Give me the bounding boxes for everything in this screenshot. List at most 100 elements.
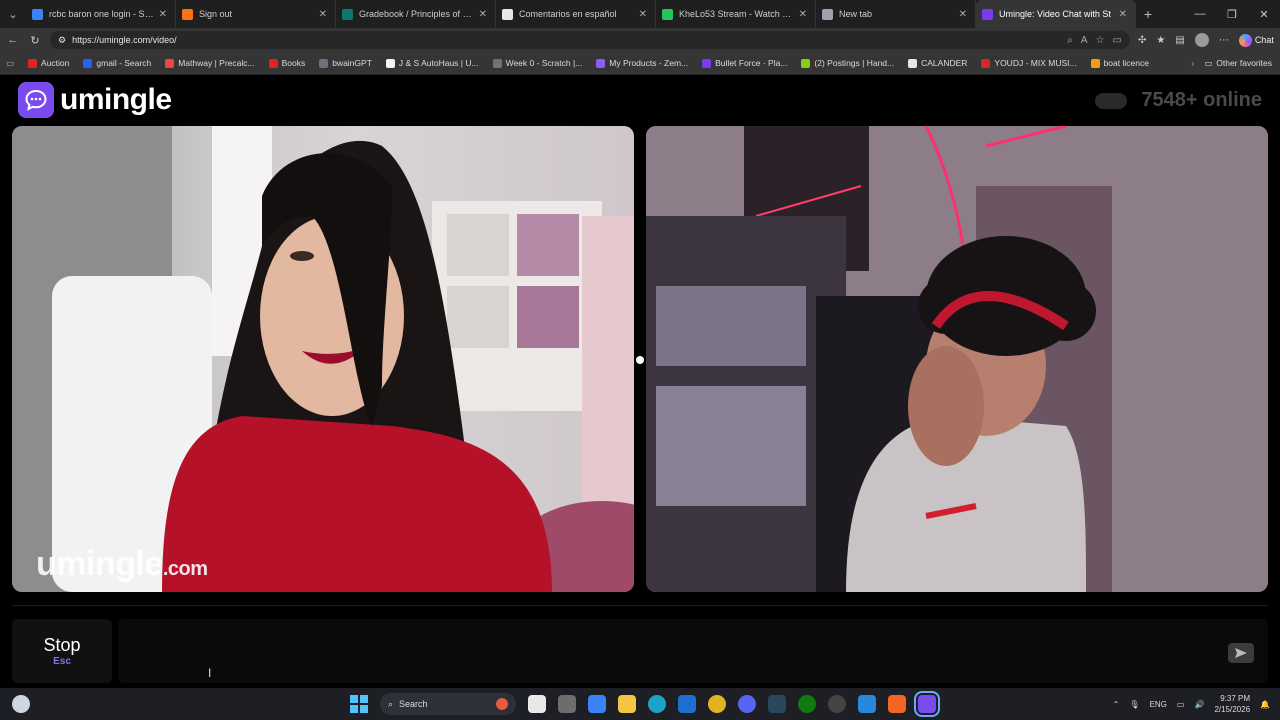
site-info-icon[interactable]: ⚙: [58, 35, 66, 46]
tab-umingle[interactable]: Umingle: Video Chat with St ✕: [976, 0, 1136, 28]
notification-bell-icon[interactable]: 🔔: [1260, 700, 1270, 709]
chrome-icon[interactable]: [708, 695, 726, 713]
bookmark-bwaingpt[interactable]: bwainGPT: [319, 58, 372, 68]
umingle-page: umingle 7548+ online umingle.com Stop Es…: [0, 75, 1280, 687]
stop-button[interactable]: Stop Esc: [12, 619, 112, 683]
discord-icon[interactable]: [738, 695, 756, 713]
settings-icon[interactable]: [828, 695, 846, 713]
tab-comentarios[interactable]: Comentarios en español ✕: [496, 0, 656, 28]
close-icon[interactable]: ✕: [479, 9, 487, 20]
close-icon[interactable]: ✕: [959, 9, 967, 20]
store-icon[interactable]: [558, 695, 576, 713]
bookmark-favicon: [319, 58, 329, 68]
bookmark-scratch[interactable]: Week 0 - Scratch |...: [492, 58, 582, 68]
clock-date: 2/15/2026: [1214, 705, 1251, 714]
bookmarks-menu-icon[interactable]: ▭: [6, 58, 14, 69]
app-icon[interactable]: [888, 695, 906, 713]
bookmark-label: Books: [281, 58, 306, 68]
chevron-up-icon[interactable]: ⌃: [1113, 700, 1120, 709]
weather-icon[interactable]: [12, 695, 30, 713]
minimize-icon[interactable]: —: [1184, 8, 1216, 21]
outlook-icon[interactable]: [678, 695, 696, 713]
collections-icon[interactable]: ▤: [1175, 35, 1184, 46]
search-icon: ⌕: [388, 698, 394, 709]
bookmark-zem[interactable]: My Products - Zem...: [596, 58, 688, 68]
tab-new[interactable]: New tab ✕: [816, 0, 976, 28]
bookmark-label: (2) Postings | Hand...: [814, 58, 895, 68]
profile-avatar[interactable]: [1194, 33, 1209, 47]
bookmark-books[interactable]: Books: [268, 58, 306, 68]
taskbar-search[interactable]: ⌕ Search: [380, 693, 516, 715]
language-indicator[interactable]: ENG: [1150, 700, 1167, 709]
bookmark-label: bwainGPT: [332, 58, 372, 68]
close-icon[interactable]: ✕: [159, 9, 167, 20]
xbox-icon[interactable]: [798, 695, 816, 713]
clock[interactable]: 9:37 PM 2/15/2026: [1214, 693, 1250, 715]
network-icon[interactable]: ▭: [1177, 700, 1185, 709]
watermark-text: umingle: [36, 545, 163, 583]
close-window-icon[interactable]: ✕: [1248, 8, 1280, 21]
restore-icon[interactable]: ❐: [1216, 8, 1248, 21]
taskbar: ⌕ Search ⌃ 🎙 ENG ▭ 🔊 9:37 PM 2/15/2026 🔔: [0, 688, 1280, 720]
microphone-icon[interactable]: 🎙: [1129, 700, 1139, 709]
new-tab-button[interactable]: +: [1136, 6, 1160, 22]
extensions-icon[interactable]: ✣: [1138, 35, 1146, 46]
split-screen-icon[interactable]: ▭: [1113, 35, 1122, 46]
bookmark-favicon: [702, 58, 712, 68]
close-icon[interactable]: ✕: [319, 9, 327, 20]
close-icon[interactable]: ✕: [639, 9, 647, 20]
windows-start-icon[interactable]: [350, 695, 368, 713]
tab-label: Comentarios en español: [519, 9, 617, 19]
task-view-icon[interactable]: [528, 695, 546, 713]
bookmark-youdj[interactable]: YOUDJ - MIX MUSI...: [981, 58, 1077, 68]
steam-icon[interactable]: [768, 695, 786, 713]
resize-handle[interactable]: [636, 356, 644, 364]
bookmark-favicon: [165, 58, 175, 68]
close-icon[interactable]: ✕: [799, 9, 807, 20]
notepad-icon[interactable]: [858, 695, 876, 713]
tab-label: rcbc baron one login - Search: [49, 9, 155, 19]
read-aloud-icon[interactable]: A: [1081, 35, 1088, 46]
bookmark-bullet-force[interactable]: Bullet Force · Pla...: [702, 58, 787, 68]
bookmark-label: gmail - Search: [96, 58, 152, 68]
tab-sign-out[interactable]: Sign out ✕: [176, 0, 336, 28]
tab-gradebook[interactable]: Gradebook / Principles of Sociolo ✕: [336, 0, 496, 28]
zoom-icon[interactable]: ⌕: [1067, 35, 1073, 46]
umingle-logo[interactable]: umingle: [18, 82, 172, 118]
bookmark-autohaus[interactable]: J & S AutoHaus | U...: [385, 58, 479, 68]
back-icon[interactable]: ←: [6, 34, 20, 46]
send-button[interactable]: [1228, 643, 1254, 663]
window-controls: — ❐ ✕: [1184, 8, 1280, 21]
tab-stream[interactable]: KheLo53 Stream - Watch Live on K ✕: [656, 0, 816, 28]
bookmark-boat-licence[interactable]: boat licence: [1090, 58, 1149, 68]
chevron-right-icon[interactable]: ›: [1191, 58, 1194, 68]
message-input[interactable]: [118, 619, 1268, 683]
tab-search[interactable]: rcbc baron one login - Search ✕: [26, 0, 176, 28]
address-bar[interactable]: ⚙ https://umingle.com/video/ ⌕ A ☆ ▭: [50, 31, 1130, 49]
tab-actions-menu[interactable]: ⌄: [0, 0, 26, 28]
chat-controls: Stop Esc: [12, 619, 1268, 683]
edge-icon[interactable]: [648, 695, 666, 713]
file-explorer-icon[interactable]: [618, 695, 636, 713]
volume-icon[interactable]: 🔊: [1194, 700, 1204, 709]
close-icon[interactable]: ✕: [1119, 9, 1127, 20]
bookmark-calander[interactable]: CALANDER: [908, 58, 967, 68]
copilot-chat-button[interactable]: Chat: [1238, 33, 1274, 47]
tab-favicon: [982, 8, 993, 20]
chat-label: Chat: [1254, 35, 1274, 45]
more-icon[interactable]: ⋯: [1219, 35, 1229, 46]
favorite-star-icon[interactable]: ☆: [1096, 35, 1105, 46]
other-favorites[interactable]: ▭ Other favorites: [1204, 58, 1272, 69]
theme-toggle[interactable]: [1095, 92, 1128, 109]
bookmark-gmail-search[interactable]: gmail - Search: [83, 58, 151, 68]
favorites-icon[interactable]: ★: [1156, 35, 1165, 46]
bookmark-favicon: [28, 58, 38, 68]
address-bar-icons: ⌕ A ☆ ▭: [1067, 35, 1122, 46]
umingle-app-icon[interactable]: [914, 691, 940, 717]
copilot-app-icon[interactable]: [588, 695, 606, 713]
bookmark-mathway[interactable]: Mathway | Precalc...: [165, 58, 255, 68]
refresh-icon[interactable]: ↻: [28, 34, 42, 47]
tab-label: KheLo53 Stream - Watch Live on K: [679, 9, 795, 19]
bookmark-postings[interactable]: (2) Postings | Hand...: [801, 58, 894, 68]
bookmark-auction[interactable]: Auction: [28, 58, 69, 68]
